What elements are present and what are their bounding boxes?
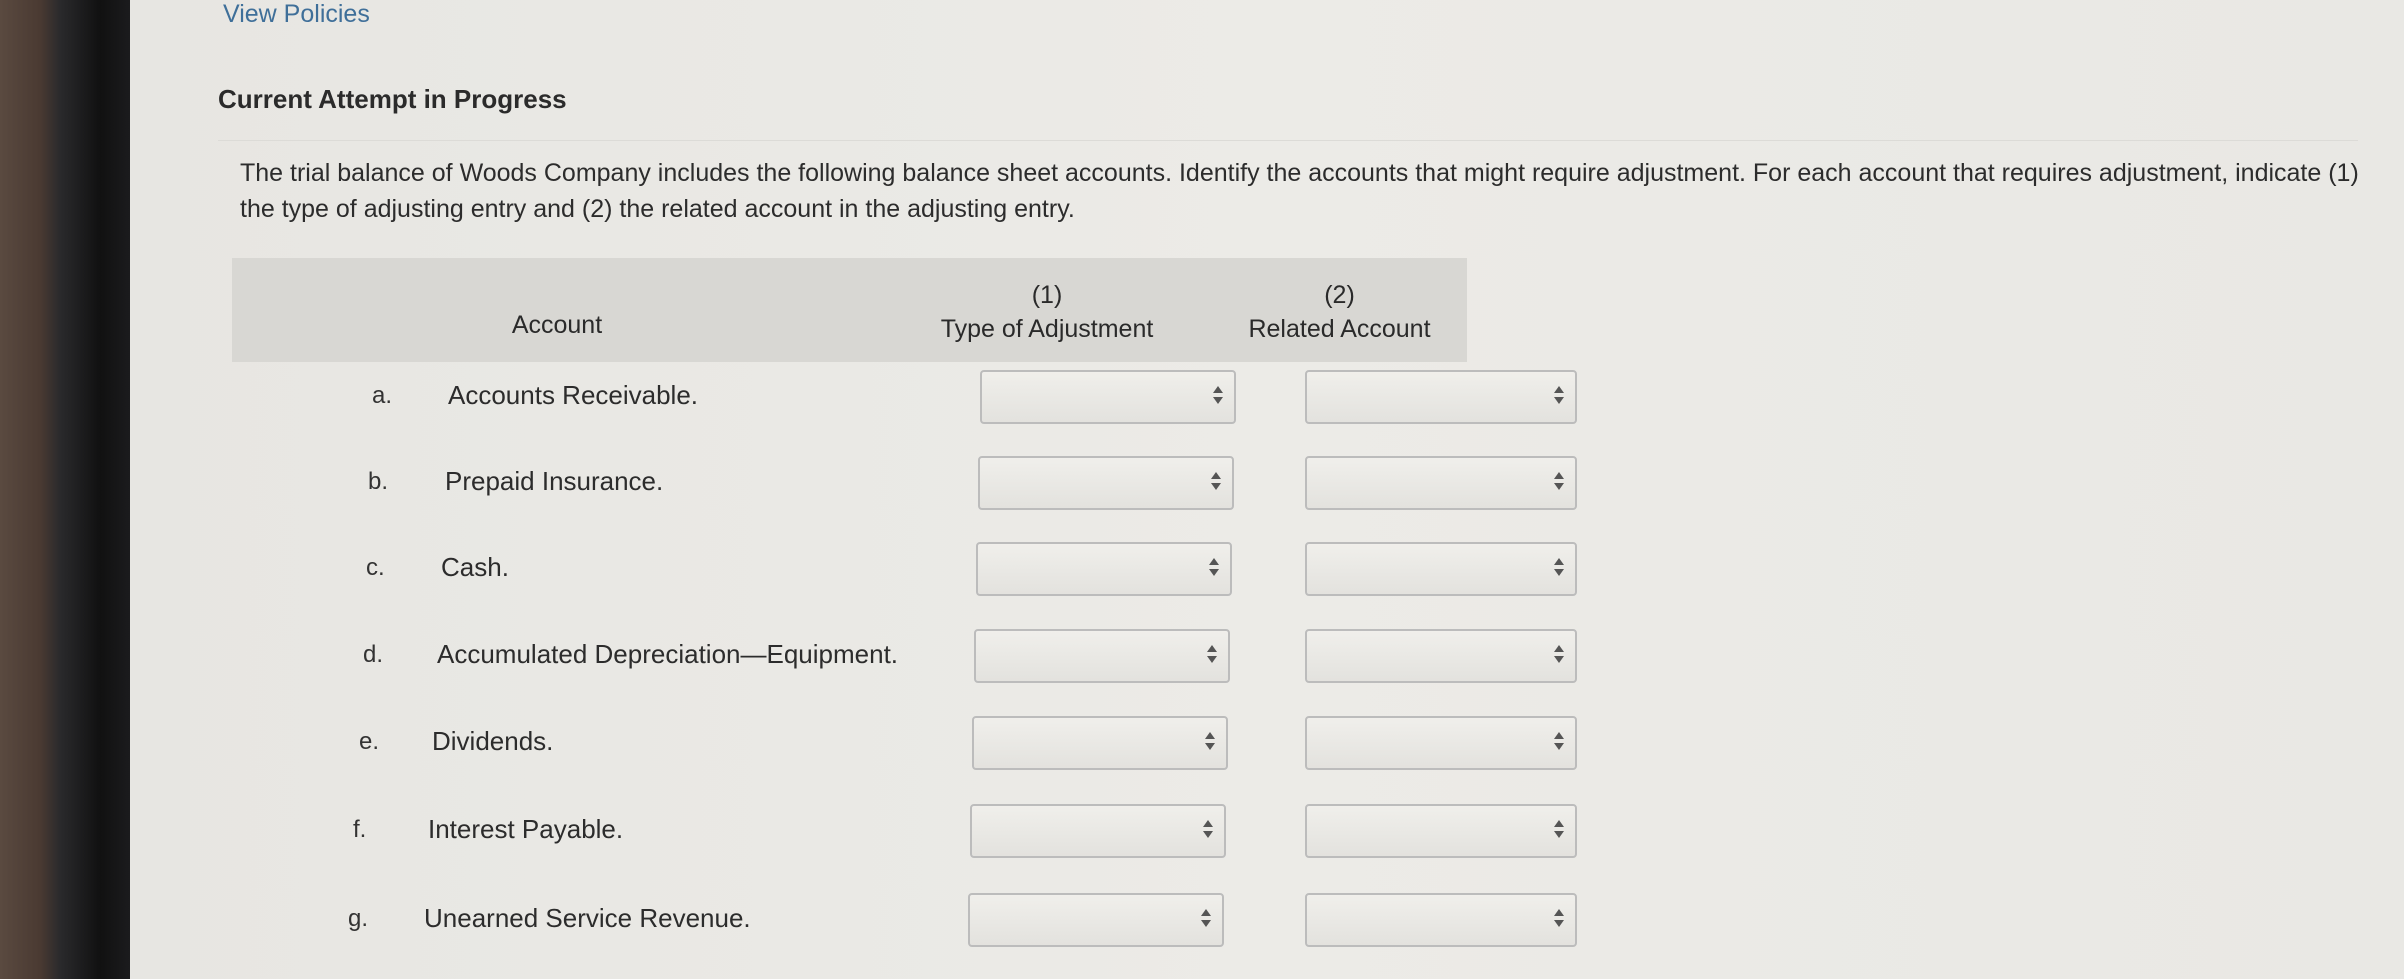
related-account-select[interactable] [1305,804,1577,858]
updown-caret-icon [1553,384,1565,408]
row-account: Dividends. [432,726,554,756]
header-type-label: Type of Adjustment [940,315,1154,343]
attempt-title: Current Attempt in Progress [218,84,567,114]
type-of-adjustment-select[interactable] [974,629,1230,683]
monitor-bezel [0,0,130,979]
header-related-number: (2) [1324,281,1355,309]
header-account: Account [511,311,603,339]
assignment-page: View Policies Current Attempt in Progres… [130,0,2404,979]
adjustment-table: Account (1) Type of Adjustment (2) Relat… [232,258,1577,947]
row-letter: f. [353,816,367,843]
updown-caret-icon [1204,730,1216,754]
row-letter: b. [368,468,389,495]
question-text: The trial balance of Woods Company inclu… [240,159,2359,223]
related-account-select[interactable] [1305,370,1577,424]
header-related-label: Related Account [1248,315,1431,343]
updown-caret-icon [1210,470,1222,494]
row-letter: c. [366,554,385,581]
row-letter: d. [363,641,384,668]
row-letter: a. [372,382,393,409]
table-header: Account (1) Type of Adjustment (2) Relat… [232,258,1467,362]
updown-caret-icon [1202,818,1214,842]
table-row: e. Dividends. [232,716,1577,776]
related-account-select[interactable] [1305,629,1577,683]
updown-caret-icon [1553,556,1565,580]
table-row: a. Accounts Receivable. [232,370,1577,430]
row-account: Interest Payable. [428,814,624,844]
divider [218,140,2358,141]
row-account: Prepaid Insurance. [445,466,664,496]
row-account: Cash. [441,552,509,582]
table-row: d. Accumulated Depreciation—Equipment. [232,629,1577,689]
type-of-adjustment-select[interactable] [972,716,1228,770]
related-account-select[interactable] [1305,456,1577,510]
table-row: c. Cash. [232,542,1577,602]
row-account: Accumulated Depreciation—Equipment. [437,639,899,669]
updown-caret-icon [1200,907,1212,931]
updown-caret-icon [1208,556,1220,580]
view-policies-link[interactable]: View Policies [223,0,370,29]
related-account-select[interactable] [1305,893,1577,947]
row-account: Accounts Receivable. [448,380,699,410]
type-of-adjustment-select[interactable] [978,456,1234,510]
related-account-select[interactable] [1305,542,1577,596]
row-letter: g. [348,905,369,932]
updown-caret-icon [1553,907,1565,931]
updown-caret-icon [1553,643,1565,667]
table-row: b. Prepaid Insurance. [232,456,1577,516]
type-of-adjustment-select[interactable] [970,804,1226,858]
related-account-select[interactable] [1305,716,1577,770]
type-of-adjustment-select[interactable] [980,370,1236,424]
row-letter: e. [359,728,380,755]
header-type-number: (1) [1031,281,1063,309]
updown-caret-icon [1553,470,1565,494]
updown-caret-icon [1212,384,1224,408]
header-related-account: (2) Related Account [1212,278,1467,346]
table-row: f. Interest Payable. [232,804,1577,864]
type-of-adjustment-select[interactable] [976,542,1232,596]
updown-caret-icon [1553,730,1565,754]
updown-caret-icon [1206,643,1218,667]
updown-caret-icon [1553,818,1565,842]
type-of-adjustment-select[interactable] [968,893,1224,947]
table-row: g. Unearned Service Revenue. [232,893,1577,953]
row-account: Unearned Service Revenue. [424,903,751,933]
header-type-of-adjustment: (1) Type of Adjustment [882,278,1212,346]
